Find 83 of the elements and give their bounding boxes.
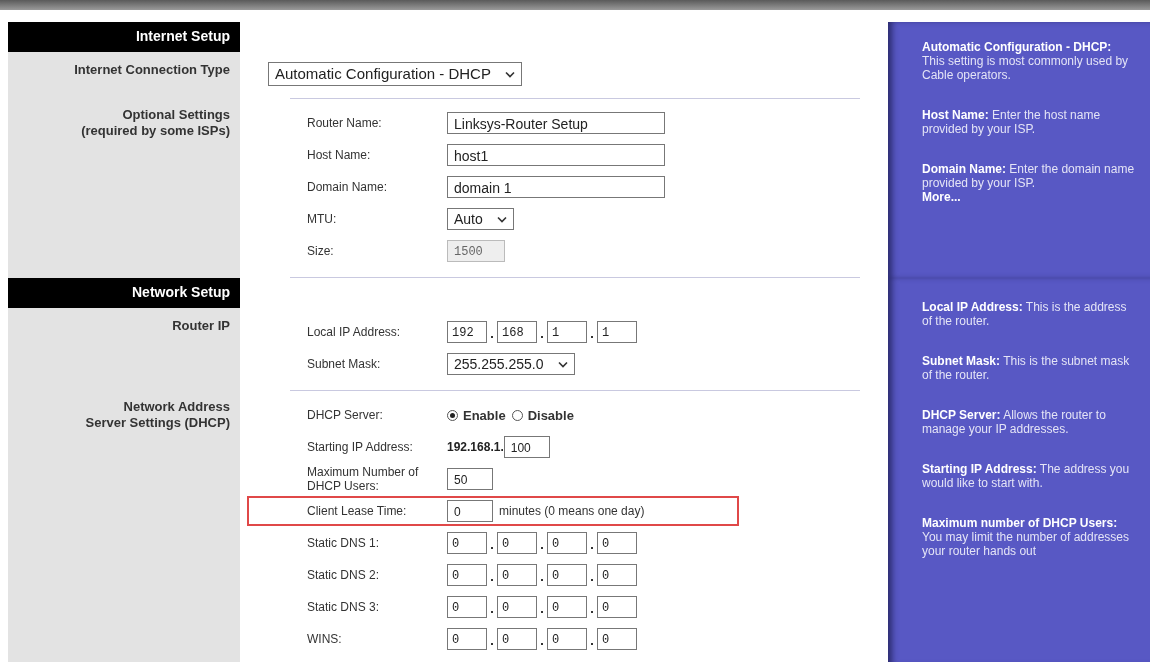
field-label: WINS: (307, 632, 343, 646)
dot-separator (591, 643, 593, 645)
octet-field[interactable]: 0 (547, 596, 587, 618)
input-field[interactable]: 100 (503, 436, 550, 458)
octet-field[interactable]: 168 (497, 321, 537, 343)
unit-text: minutes (0 means one day) (499, 504, 645, 518)
dot-separator (541, 579, 543, 581)
dot-separator (491, 579, 493, 581)
octet-field[interactable]: 0 (547, 564, 587, 586)
radio-button[interactable] (511, 409, 523, 421)
dot-separator (491, 547, 493, 549)
field-label: Static DNS 2: (307, 568, 381, 582)
field-label: Client Lease Time: (307, 504, 408, 518)
field-label: Router Name: (307, 116, 383, 130)
radio-option[interactable]: Enable (447, 407, 506, 423)
help-text: Automatic Configuration - DHCP: This setting is most commonly used by Cable operators. (922, 40, 1130, 82)
help-text: Host Name: Enter the host name provided by your ISP. (922, 108, 1102, 136)
dot-separator (491, 611, 493, 613)
dot-separator (591, 547, 593, 549)
octet-field[interactable]: 192 (447, 321, 487, 343)
group-label: Optional Settings (required by some ISPs) (81, 107, 230, 139)
field-label: DHCP Server: (307, 408, 384, 422)
radio-option[interactable]: Disable (511, 407, 574, 423)
octet-field[interactable]: 0 (547, 532, 587, 554)
octet-field[interactable]: 0 (497, 596, 537, 618)
octet-field[interactable]: 0 (597, 596, 637, 618)
dot-separator (541, 336, 543, 338)
octet-field[interactable]: 1 (547, 321, 587, 343)
octet-field[interactable]: 0 (547, 628, 587, 650)
dropdown[interactable]: Automatic Configuration - DHCP (268, 62, 522, 86)
group-label: Router IP (172, 318, 230, 334)
dot-separator (491, 336, 493, 338)
field-label: Maximum Number of DHCP Users: (307, 465, 420, 493)
octet-field[interactable]: 0 (497, 564, 537, 586)
dropdown[interactable]: 255.255.255.0 (447, 353, 575, 375)
octet-field[interactable]: 0 (447, 532, 487, 554)
octet-field[interactable]: 0 (447, 564, 487, 586)
dot-separator (541, 643, 543, 645)
radio-button[interactable] (447, 409, 458, 421)
field-label: Subnet Mask: (307, 357, 382, 371)
dot-separator (591, 579, 593, 581)
field-label: Host Name: (307, 148, 372, 162)
input-field[interactable]: domain 1 (447, 176, 665, 198)
ip-prefix: 192.168.1. (447, 440, 504, 454)
dot-separator (541, 547, 543, 549)
octet-field[interactable]: 0 (447, 596, 487, 618)
octet-field[interactable]: 0 (497, 532, 537, 554)
chevron-icon (557, 360, 568, 368)
dot-separator (491, 643, 493, 645)
field-label: Domain Name: (307, 180, 389, 194)
dot-separator (541, 611, 543, 613)
dropdown[interactable]: Auto (447, 208, 514, 230)
field-label: Size: (307, 244, 335, 258)
input-field[interactable]: 50 (447, 468, 493, 490)
dot-separator (591, 611, 593, 613)
octet-field[interactable]: 0 (447, 628, 487, 650)
field-label: Local IP Address: (307, 325, 402, 339)
help-text: Local IP Address: This is the address of the router. (922, 300, 1128, 328)
help-text: Subnet Mask: This is the subnet mask of the router. (922, 354, 1131, 382)
octet-field[interactable]: 0 (597, 532, 637, 554)
chevron-icon (496, 215, 507, 223)
input-field[interactable]: 0 (447, 500, 493, 522)
octet-field[interactable]: 0 (497, 628, 537, 650)
octet-field[interactable]: 0 (597, 564, 637, 586)
section-header: Network Setup (8, 278, 240, 308)
help-text: Starting IP Address: The address you would like to start with. (922, 462, 1131, 490)
more-link[interactable]: More... (922, 190, 961, 204)
chevron-icon (504, 70, 515, 78)
field-label: Static DNS 1: (307, 536, 381, 550)
group-label: Network Address Server Settings (DHCP) (85, 399, 230, 431)
field-label: Static DNS 3: (307, 600, 381, 614)
octet-field[interactable]: 0 (597, 628, 637, 650)
octet-field[interactable]: 1 (597, 321, 637, 343)
field-label: Starting IP Address: (307, 440, 414, 454)
help-text: Domain Name: Enter the domain name provided by your ISP. (922, 162, 1136, 190)
section-header: Internet Setup (8, 22, 240, 52)
help-text: DHCP Server: Allows the router to manage your IP addresses. (922, 408, 1107, 436)
group-label: Internet Connection Type (74, 62, 230, 78)
field-label: MTU: (307, 212, 338, 226)
dot-separator (591, 336, 593, 338)
input-field[interactable]: host1 (447, 144, 665, 166)
help-text: Maximum number of DHCP Users: You may limit the number of addresses your router hands out (922, 516, 1130, 558)
input-field[interactable]: Linksys-Router Setup (447, 112, 665, 134)
